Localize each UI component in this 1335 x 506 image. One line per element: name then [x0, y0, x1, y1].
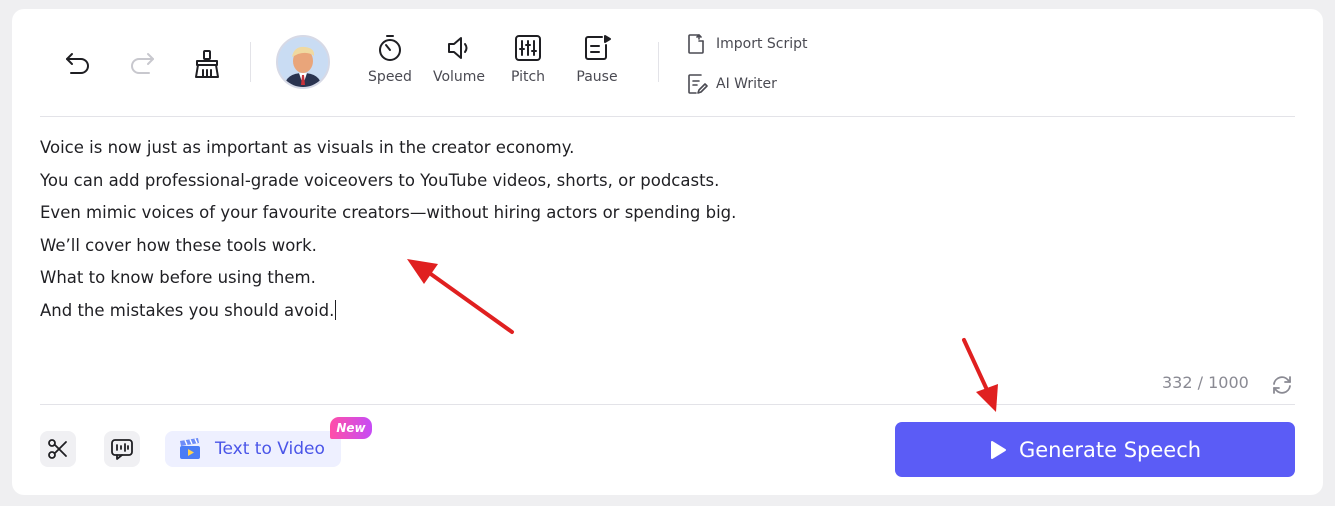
- tts-editor-card: Speed Volume Pitch Pause Import Script A…: [12, 9, 1323, 495]
- generate-speech-label: Generate Speech: [1018, 437, 1202, 462]
- redo-button[interactable]: [126, 47, 158, 79]
- pause-tool[interactable]: Pause: [561, 33, 633, 85]
- import-file-icon: [688, 34, 704, 54]
- text-caret: [335, 299, 337, 320]
- redo-icon: [131, 53, 154, 74]
- new-badge: New: [330, 417, 372, 439]
- toolbar-bottom-divider: [40, 116, 1295, 117]
- pause-label: Pause: [576, 69, 618, 85]
- clear-text-button[interactable]: [190, 47, 224, 81]
- speaker-icon: [448, 37, 468, 59]
- script-line: We’ll cover how these tools work.: [40, 235, 317, 255]
- volume-label: Volume: [432, 69, 486, 85]
- character-counter: 332 / 1000: [1162, 373, 1249, 392]
- split-button[interactable]: [40, 431, 76, 467]
- pitch-tool[interactable]: Pitch: [492, 33, 564, 85]
- script-text-area[interactable]: Voice is now just as important as visual…: [40, 132, 1140, 327]
- clapperboard-icon: [180, 438, 200, 459]
- stopwatch-icon: [379, 35, 401, 61]
- voice-avatar-portrait-icon: [278, 37, 328, 87]
- volume-tool[interactable]: Volume: [423, 33, 495, 85]
- text-to-video-label: Text to Video: [215, 439, 325, 459]
- pause-insert-icon: [585, 35, 611, 60]
- toolbar-divider: [250, 42, 251, 82]
- editor-bottom-divider: [40, 404, 1295, 405]
- play-icon: [990, 440, 1006, 459]
- script-line: Even mimic voices of your favourite crea…: [40, 203, 737, 222]
- toolbar-divider: [658, 42, 659, 82]
- speed-tool[interactable]: Speed: [354, 33, 426, 85]
- undo-icon: [66, 53, 89, 74]
- speed-label: Speed: [368, 69, 412, 85]
- undo-button[interactable]: [62, 47, 94, 79]
- ai-writer-button[interactable]: AI Writer: [686, 73, 777, 95]
- script-line: And the mistakes you should avoid.: [40, 300, 335, 320]
- ai-writer-icon: [688, 74, 708, 94]
- scissors-icon: [48, 439, 67, 459]
- subtitle-button[interactable]: [104, 431, 140, 467]
- voice-avatar[interactable]: [276, 35, 330, 89]
- script-line: Voice is now just as important as visual…: [40, 138, 575, 157]
- script-line-last: And the mistakes you should avoid.: [40, 295, 1140, 328]
- equalizer-icon: [515, 35, 541, 61]
- broom-icon: [195, 50, 219, 78]
- chat-bubble-icon: [111, 439, 133, 460]
- import-script-label: Import Script: [716, 36, 808, 52]
- pitch-label: Pitch: [510, 69, 546, 85]
- script-line: What to know before using them.: [40, 268, 316, 287]
- script-line: You can add professional-grade voiceover…: [40, 170, 720, 190]
- import-script-button[interactable]: Import Script: [686, 33, 808, 55]
- ai-writer-label: AI Writer: [716, 76, 777, 92]
- refresh-icon: [1273, 376, 1291, 394]
- text-to-video-button[interactable]: Text to Video: [165, 431, 341, 467]
- refresh-button[interactable]: [1270, 373, 1294, 401]
- generate-speech-button[interactable]: Generate Speech: [895, 422, 1295, 477]
